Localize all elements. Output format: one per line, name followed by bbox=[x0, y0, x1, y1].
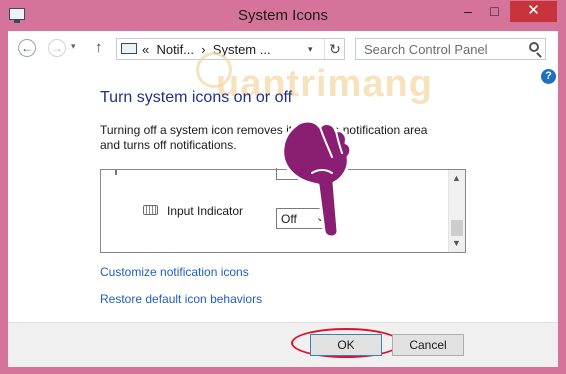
search-icon[interactable] bbox=[529, 42, 539, 52]
scroll-up-icon[interactable]: ▲ bbox=[452, 173, 461, 183]
scroll-thumb[interactable] bbox=[451, 220, 463, 236]
minimize-button[interactable]: – bbox=[455, 1, 481, 22]
forward-icon[interactable]: → bbox=[48, 39, 66, 57]
help-icon[interactable]: ? bbox=[541, 69, 556, 84]
refresh-icon[interactable]: ↻ bbox=[324, 39, 345, 59]
list-item-label: Input Indicator bbox=[167, 204, 244, 218]
recent-locations-dropdown[interactable]: ▾ bbox=[71, 41, 76, 52]
title-bar: System Icons – □ ✕ bbox=[0, 0, 566, 32]
keyboard-icon bbox=[143, 205, 158, 215]
search-placeholder: Search Control Panel bbox=[364, 42, 488, 57]
page-description: Turning off a system icon removes it fro… bbox=[100, 123, 428, 152]
pointing-hand-icon bbox=[281, 119, 353, 239]
maximize-button[interactable]: □ bbox=[481, 1, 508, 22]
search-input[interactable]: Search Control Panel bbox=[355, 38, 546, 60]
page-title: Turn system icons on or off bbox=[100, 89, 293, 106]
restore-default-behaviors-link[interactable]: Restore default icon behaviors bbox=[100, 292, 262, 306]
dialog-footer: OK Cancel bbox=[8, 322, 558, 367]
up-arrow-icon[interactable]: ↑ bbox=[95, 39, 103, 56]
navigation-bar: ← → ▾ ↑ « Notif... › System ... ▾ ↻ Sear… bbox=[8, 31, 558, 67]
system-icons-window: System Icons – □ ✕ ← → ▾ ↑ « Notif... › … bbox=[0, 0, 566, 374]
scrollbar[interactable]: ▲ ▼ bbox=[448, 170, 465, 252]
partially-visible-icon bbox=[115, 170, 117, 175]
ok-button[interactable]: OK bbox=[310, 334, 382, 356]
customize-notification-icons-link[interactable]: Customize notification icons bbox=[100, 265, 249, 279]
address-dropdown-button[interactable]: ▾ bbox=[308, 44, 313, 55]
back-icon[interactable]: ← bbox=[18, 39, 36, 57]
cancel-button[interactable]: Cancel bbox=[392, 334, 464, 356]
scroll-down-icon[interactable]: ▼ bbox=[452, 238, 461, 248]
close-button[interactable]: ✕ bbox=[510, 1, 557, 22]
address-bar[interactable]: « Notif... › System ... ▾ ↻ bbox=[116, 38, 345, 60]
client-area: ← → ▾ ↑ « Notif... › System ... ▾ ↻ Sear… bbox=[8, 31, 558, 367]
control-panel-icon bbox=[121, 43, 137, 54]
